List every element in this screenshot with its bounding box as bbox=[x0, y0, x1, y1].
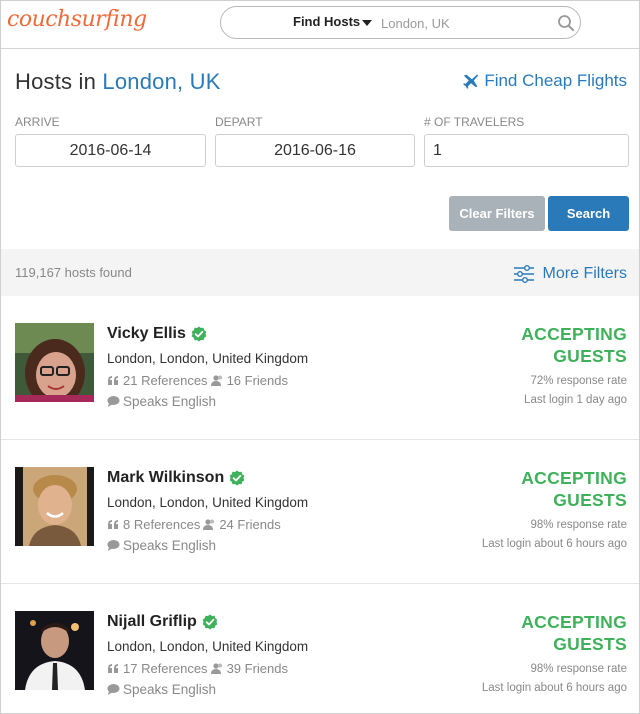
languages-label: Speaks English bbox=[123, 538, 217, 553]
host-name[interactable]: Nijall Griflip bbox=[107, 613, 218, 631]
depart-label: DEPART bbox=[215, 115, 263, 129]
arrive-label: ARRIVE bbox=[15, 115, 60, 129]
host-location: London, London, United Kingdom bbox=[107, 351, 309, 366]
speech-bubble-icon bbox=[107, 396, 120, 407]
chevron-down-icon[interactable] bbox=[362, 20, 372, 26]
page-title: Hosts in London, UK bbox=[15, 69, 221, 95]
host-location: London, London, United Kingdom bbox=[107, 495, 309, 510]
location-search-input[interactable] bbox=[381, 13, 541, 33]
results-count: 119,167 hosts found bbox=[15, 265, 132, 280]
response-rate: 98% response rate bbox=[530, 663, 627, 675]
page-title-prefix: Hosts in bbox=[15, 69, 97, 94]
accepting-guests-status: ACCEPTING GUESTS bbox=[487, 467, 627, 511]
status-line-2: GUESTS bbox=[553, 346, 627, 366]
friends-icon bbox=[203, 519, 215, 530]
clear-filters-button[interactable]: Clear Filters bbox=[449, 196, 545, 231]
friends-count: 16 Friends bbox=[226, 373, 288, 388]
verified-check-icon bbox=[229, 470, 245, 486]
host-name-label: Mark Wilkinson bbox=[107, 469, 225, 486]
last-login: Last login about 6 hours ago bbox=[481, 682, 627, 694]
speech-bubble-icon bbox=[107, 684, 120, 695]
accepting-guests-status: ACCEPTING GUESTS bbox=[487, 323, 627, 367]
couchsurfing-logo[interactable]: couchsurfing bbox=[7, 7, 147, 32]
search-icon[interactable] bbox=[557, 14, 575, 32]
host-name[interactable]: Vicky Ellis bbox=[107, 325, 207, 343]
host-stats: 8 References 24 Friends bbox=[107, 517, 281, 532]
host-languages: Speaks English bbox=[107, 394, 216, 409]
airplane-icon bbox=[463, 74, 479, 89]
host-stats: 21 References 16 Friends bbox=[107, 373, 288, 388]
verified-check-icon bbox=[191, 326, 207, 342]
languages-label: Speaks English bbox=[123, 682, 217, 697]
response-rate: 98% response rate bbox=[530, 519, 627, 531]
host-card[interactable]: Vicky Ellis London, London, United Kingd… bbox=[1, 297, 639, 440]
sliders-icon bbox=[513, 265, 534, 283]
find-cheap-flights-link[interactable]: Find Cheap Flights bbox=[462, 71, 627, 91]
status-line-1: ACCEPTING bbox=[521, 468, 627, 488]
page-title-city[interactable]: London, UK bbox=[102, 69, 220, 94]
avatar[interactable] bbox=[15, 467, 94, 546]
host-name-label: Nijall Griflip bbox=[107, 613, 197, 630]
quote-icon bbox=[108, 520, 118, 529]
response-rate: 72% response rate bbox=[530, 375, 627, 387]
status-line-2: GUESTS bbox=[553, 634, 627, 654]
status-line-1: ACCEPTING bbox=[521, 612, 627, 632]
host-languages: Speaks English bbox=[107, 538, 216, 553]
last-login: Last login 1 day ago bbox=[524, 394, 627, 406]
host-languages: Speaks English bbox=[107, 682, 216, 697]
depart-date-field[interactable]: 2016-06-16 bbox=[215, 134, 415, 167]
search-button[interactable]: Search bbox=[548, 196, 629, 231]
search-mode-dropdown[interactable]: Find Hosts bbox=[293, 14, 360, 29]
results-bar: 119,167 hosts found More Filters bbox=[1, 249, 639, 296]
avatar[interactable] bbox=[15, 611, 94, 690]
friends-count: 39 Friends bbox=[226, 661, 288, 676]
friends-count: 24 Friends bbox=[219, 517, 281, 532]
accepting-guests-status: ACCEPTING GUESTS bbox=[487, 611, 627, 655]
verified-check-icon bbox=[202, 614, 218, 630]
status-line-2: GUESTS bbox=[553, 490, 627, 510]
host-location: London, London, United Kingdom bbox=[107, 639, 309, 654]
host-name-label: Vicky Ellis bbox=[107, 325, 186, 342]
find-cheap-flights-label: Find Cheap Flights bbox=[484, 71, 627, 90]
host-card[interactable]: Mark Wilkinson London, London, United Ki… bbox=[1, 441, 639, 584]
friends-icon bbox=[210, 375, 222, 386]
avatar[interactable] bbox=[15, 323, 94, 402]
references-count: 17 References bbox=[123, 661, 208, 676]
quote-icon bbox=[108, 664, 118, 673]
references-count: 8 References bbox=[123, 517, 201, 532]
global-search-bar: Find Hosts bbox=[220, 6, 581, 39]
status-line-1: ACCEPTING bbox=[521, 324, 627, 344]
speech-bubble-icon bbox=[107, 540, 120, 551]
more-filters-button[interactable]: More Filters bbox=[513, 263, 627, 285]
arrive-date-field[interactable]: 2016-06-14 bbox=[15, 134, 206, 167]
friends-icon bbox=[210, 663, 222, 674]
host-stats: 17 References 39 Friends bbox=[107, 661, 288, 676]
host-name[interactable]: Mark Wilkinson bbox=[107, 469, 245, 487]
top-header: couchsurfing Find Hosts bbox=[1, 1, 639, 49]
more-filters-label: More Filters bbox=[542, 265, 627, 282]
references-count: 21 References bbox=[123, 373, 208, 388]
host-card[interactable]: Nijall Griflip London, London, United Ki… bbox=[1, 585, 639, 714]
last-login: Last login about 6 hours ago bbox=[481, 538, 627, 550]
quote-icon bbox=[108, 376, 118, 385]
travelers-field[interactable]: 1 bbox=[424, 134, 629, 167]
languages-label: Speaks English bbox=[123, 394, 217, 409]
travelers-label: # OF TRAVELERS bbox=[424, 115, 525, 129]
